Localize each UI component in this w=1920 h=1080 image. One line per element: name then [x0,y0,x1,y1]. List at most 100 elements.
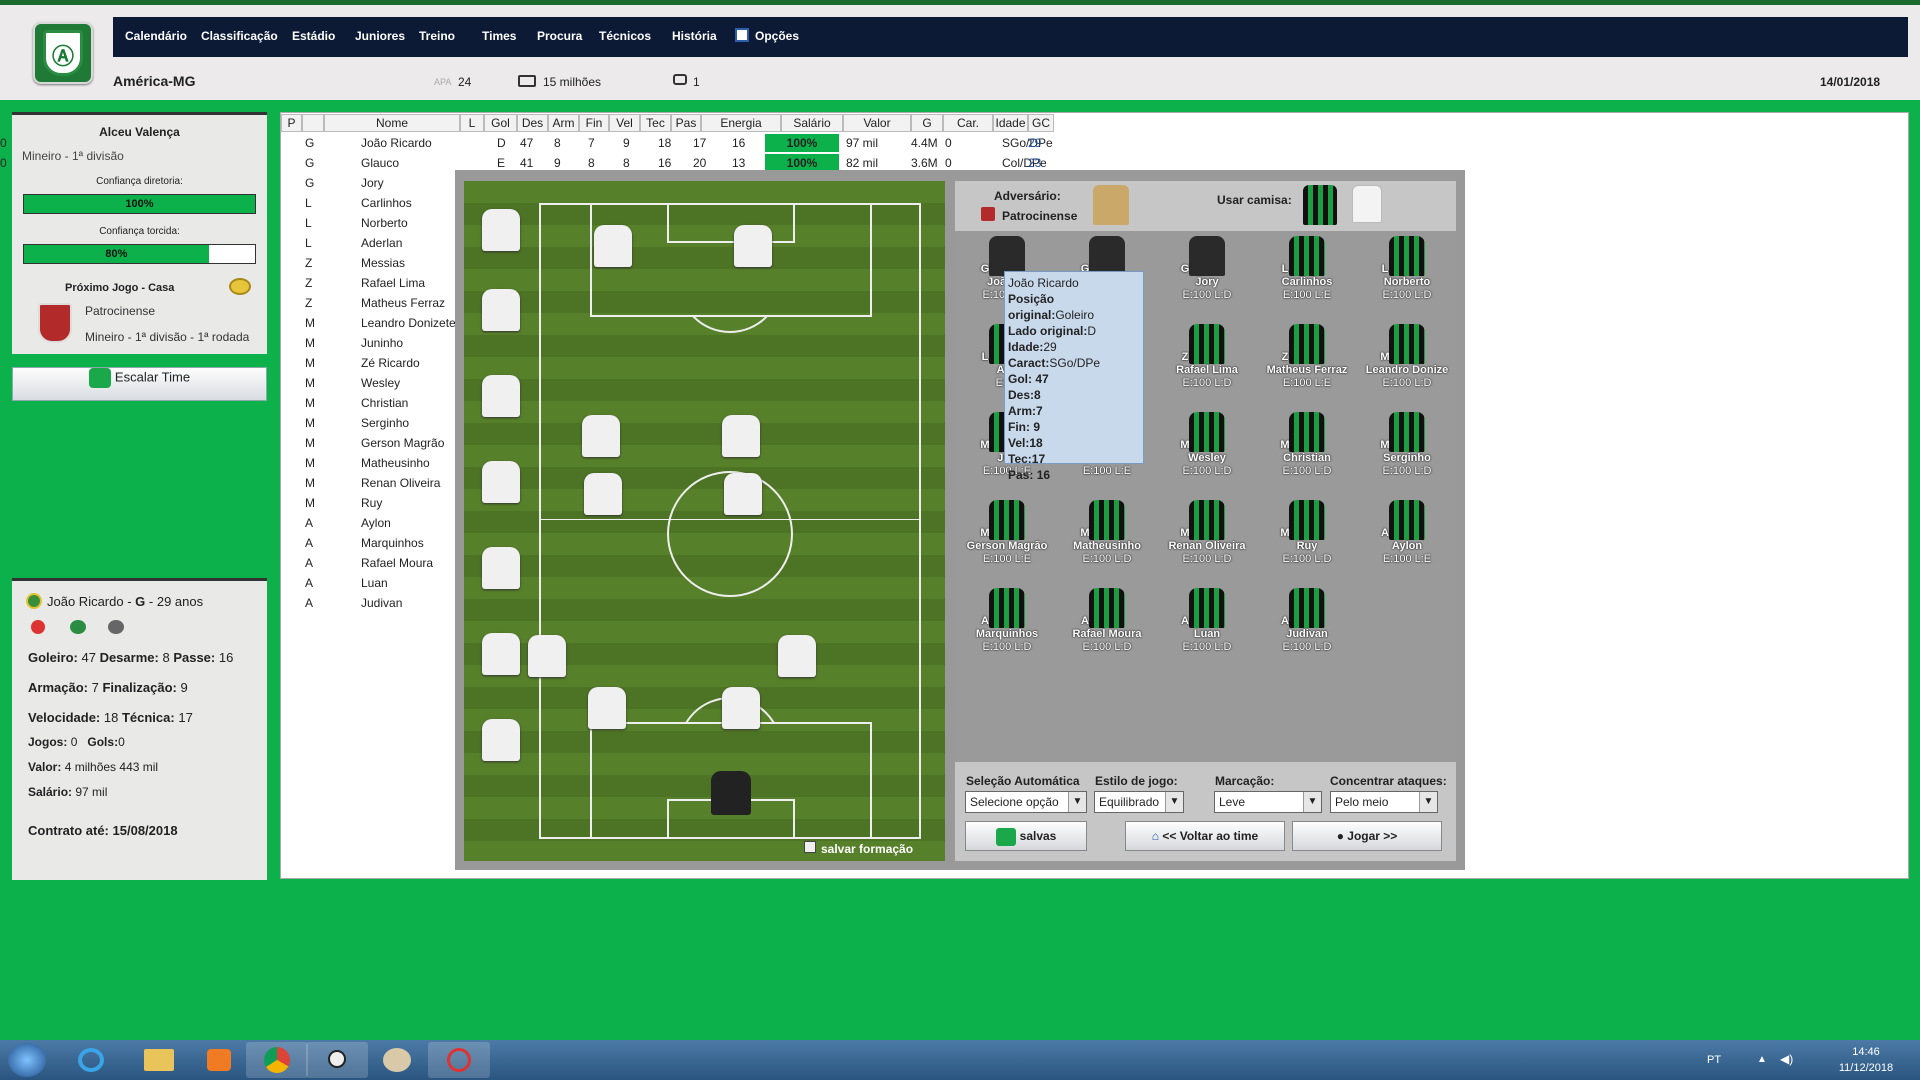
squad-name[interactable]: Matheus Ferraz [1262,364,1352,376]
clock-time[interactable]: 14:46 [1836,1046,1896,1058]
pitch-player-shirt[interactable] [722,687,760,729]
squad-name[interactable]: Renan Oliveira [1162,540,1252,552]
pitch-player-shirt[interactable] [482,375,520,417]
pitch-player-shirt[interactable] [778,635,816,677]
squad-name[interactable]: Luan [1162,628,1252,640]
club-logo[interactable]: Ⓐ [33,22,93,84]
explorer-icon[interactable] [128,1042,190,1078]
pitch-player-shirt[interactable] [482,289,520,331]
nav-procura[interactable]: Procura [537,29,582,43]
col-header[interactable]: Energia [701,114,781,132]
list-name[interactable]: Judivan [361,594,456,612]
list-name[interactable]: Wesley [361,374,456,392]
marking-select[interactable]: Leve ▼ [1214,791,1322,813]
pitch-player-shirt[interactable] [594,225,632,267]
clock-date[interactable]: 11/12/2018 [1836,1062,1896,1074]
list-name[interactable]: Aderlan [361,234,456,252]
nav-classificacao[interactable]: Classificação [201,29,278,43]
list-name[interactable]: Luan [361,574,456,592]
pitch[interactable]: salvar formação [464,181,945,861]
volume-icon[interactable]: ◀) [1780,1052,1793,1066]
squad-name[interactable]: Aylon [1362,540,1452,552]
pitch-player-shirt[interactable] [722,415,760,457]
escalar-time-button[interactable]: Escalar Time [12,367,267,401]
paint-icon[interactable] [366,1042,428,1078]
list-name[interactable]: Carlinhos [361,194,456,212]
list-name[interactable]: Serginho [361,414,456,432]
nav-tecnicos[interactable]: Técnicos [599,29,651,43]
col-header[interactable]: Nome [324,114,460,132]
squad-name[interactable]: Ruy [1262,540,1352,552]
game-icon[interactable] [306,1042,368,1078]
col-header[interactable]: Des [517,114,548,132]
ie-icon[interactable] [60,1042,122,1078]
squad-name[interactable]: Judivan [1262,628,1352,640]
col-header[interactable]: Valor [843,114,911,132]
list-name[interactable]: Rafael Lima [361,274,456,292]
col-header[interactable] [302,114,324,132]
col-header[interactable]: Fin [579,114,609,132]
list-name[interactable]: Christian [361,394,456,412]
col-header[interactable]: Car. [943,114,993,132]
pitch-player-shirt[interactable] [482,719,520,761]
attack-select[interactable]: Pelo meio ▼ [1330,791,1438,813]
pitch-player-shirt[interactable] [588,687,626,729]
squad-name[interactable]: Rafael Lima [1162,364,1252,376]
squad-name[interactable]: Rafael Moura [1062,628,1152,640]
list-name[interactable]: Zé Ricardo [361,354,456,372]
save-disk-icon[interactable] [735,28,749,42]
pitch-player-shirt[interactable] [482,547,520,589]
message-icon[interactable] [673,74,687,85]
pitch-player-shirt[interactable] [582,415,620,457]
squad-name[interactable]: Wesley [1162,452,1252,464]
pitch-player-shirt[interactable] [734,225,772,267]
squad-name[interactable]: Marquinhos [962,628,1052,640]
start-button[interactable] [8,1043,46,1077]
language-indicator[interactable]: PT [1707,1054,1721,1066]
pitch-player-shirt[interactable] [482,461,520,503]
col-header[interactable]: Idade [993,114,1028,132]
col-header[interactable]: Tec [640,114,671,132]
list-name[interactable]: Aylon [361,514,456,532]
nav-juniores[interactable]: Juniores [355,29,405,43]
goalkeeper-shirt[interactable] [711,771,751,815]
voltar-button[interactable]: ⌂ << Voltar ao time [1125,821,1285,851]
media-player-icon[interactable] [188,1042,250,1078]
squad-name[interactable]: Christian [1262,452,1352,464]
list-name[interactable]: Rafael Moura [361,554,456,572]
chrome-icon[interactable] [246,1042,308,1078]
salvar-formacao-checkbox[interactable] [804,841,816,853]
pitch-player-shirt[interactable] [724,473,762,515]
list-name[interactable]: Ruy [361,494,456,512]
nav-times[interactable]: Times [482,29,516,43]
list-name[interactable]: Messias [361,254,456,272]
nav-treino[interactable]: Treino [419,29,455,43]
col-header[interactable]: Pas [671,114,701,132]
away-shirt-option[interactable] [1352,185,1382,223]
list-name[interactable]: Juninho [361,334,456,352]
col-header[interactable]: L [460,114,484,132]
jogar-button[interactable]: ● Jogar >> [1292,821,1442,851]
list-name[interactable]: Matheus Ferraz [361,294,456,312]
list-name[interactable]: Marquinhos [361,534,456,552]
tray-arrow-icon[interactable]: ▲ [1757,1054,1767,1065]
nav-opcoes[interactable]: Opções [755,29,799,43]
list-name[interactable]: Renan Oliveira [361,474,456,492]
list-name[interactable]: Leandro Donizete [361,314,456,332]
nav-estadio[interactable]: Estádio [292,29,335,43]
list-name[interactable]: Matheusinho [361,454,456,472]
list-name[interactable]: Jory [361,174,456,192]
list-name[interactable]: Norberto [361,214,456,232]
home-shirt-option[interactable] [1303,185,1337,225]
squad-name[interactable]: Norberto [1362,276,1452,288]
squad-name[interactable]: Leandro Donize [1362,364,1452,376]
col-header[interactable]: G [911,114,943,132]
auto-select[interactable]: Selecione opção ▼ [965,791,1087,813]
squad-name[interactable]: Jory [1162,276,1252,288]
pitch-player-shirt[interactable] [482,209,520,251]
salvas-button[interactable]: salvas [965,821,1087,851]
col-header[interactable]: P [281,114,302,132]
squad-name[interactable]: Gerson Magrão [962,540,1052,552]
col-header[interactable]: Arm [548,114,579,132]
snipping-tool-icon[interactable] [428,1042,490,1078]
